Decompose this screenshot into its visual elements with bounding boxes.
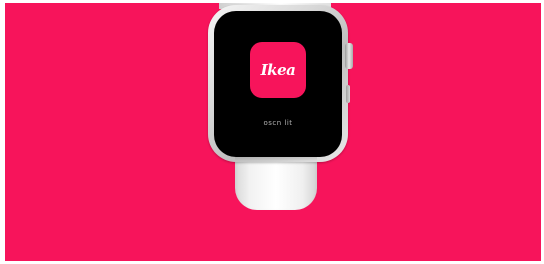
hero-background: Ikea oscn lit <box>5 3 541 261</box>
app-icon[interactable]: Ikea <box>250 42 306 98</box>
strap-shadow <box>235 153 317 161</box>
app-logo-text: Ikea <box>260 60 296 79</box>
digital-crown <box>345 43 353 69</box>
watch-side-button <box>346 85 350 103</box>
screen-caption: oscn lit <box>263 119 293 127</box>
